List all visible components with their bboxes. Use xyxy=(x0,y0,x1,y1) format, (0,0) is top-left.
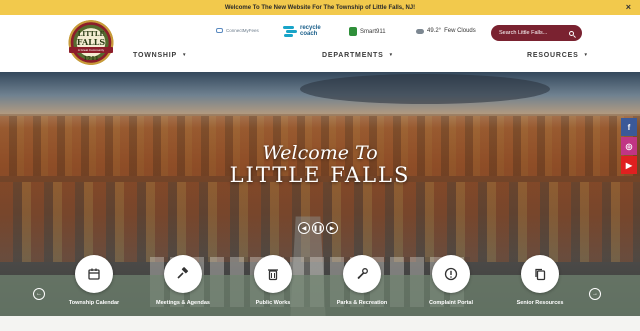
announcement-text: Welcome To The New Website For The Towns… xyxy=(224,4,416,11)
township-calendar-button[interactable] xyxy=(75,255,113,293)
close-icon[interactable]: × xyxy=(626,2,631,12)
alert-icon xyxy=(444,267,458,281)
weather-condition: Few Clouds xyxy=(444,28,476,34)
copy-icon xyxy=(535,268,546,281)
township-calendar-label[interactable]: Township Calendar xyxy=(44,300,144,306)
instagram-icon[interactable]: ◎ xyxy=(621,137,637,155)
smart911-link[interactable]: Smart911 xyxy=(349,27,386,36)
public-works-label[interactable]: Public Works xyxy=(223,300,323,306)
hero-welcome-script: Welcome To xyxy=(262,142,378,164)
nav-township[interactable]: TOWNSHIP ▼ xyxy=(133,52,187,59)
search-placeholder: Search Little Falls... xyxy=(499,30,548,36)
chevron-down-icon: ▼ xyxy=(388,52,394,57)
wrench-icon xyxy=(357,268,368,280)
recycle-icon xyxy=(283,25,297,37)
connect-link[interactable]: ConnectMyFees xyxy=(216,28,259,33)
connect-icon xyxy=(216,28,223,33)
parks-recreation-label[interactable]: Parks & Recreation xyxy=(312,300,412,306)
chevron-down-icon: ▼ xyxy=(182,52,188,57)
senior-resources-button[interactable] xyxy=(521,255,559,293)
logo-line2: FALLS xyxy=(76,37,106,47)
chevron-down-icon: ▼ xyxy=(583,52,589,57)
slide-pause-button[interactable]: ❚❚ xyxy=(312,222,324,234)
announcement-bar: Welcome To The New Website For The Towns… xyxy=(0,0,640,15)
smart911-label: Smart911 xyxy=(360,28,386,35)
page-footer-strip xyxy=(0,316,640,331)
youtube-icon[interactable]: ▶ xyxy=(621,156,637,174)
senior-resources-label[interactable]: Senior Resources xyxy=(490,300,590,306)
slide-prev-button[interactable]: ◀ xyxy=(298,222,310,234)
recycle-label: recycle coach xyxy=(300,25,321,37)
quick-links-next-button[interactable]: → xyxy=(589,288,601,300)
meetings-agendas-button[interactable] xyxy=(164,255,202,293)
connect-label: ConnectMyFees xyxy=(226,28,259,33)
meetings-agendas-label[interactable]: Meetings & Agendas xyxy=(133,300,233,306)
nav-departments[interactable]: DEPARTMENTS ▼ xyxy=(322,52,394,59)
logo-year: 1711 xyxy=(83,56,99,62)
gavel-icon xyxy=(177,267,189,279)
complaint-portal-button[interactable] xyxy=(432,255,470,293)
cloud-icon xyxy=(416,28,424,34)
weather-temp: 49.2° xyxy=(427,28,442,34)
complaint-portal-label[interactable]: Complaint Portal xyxy=(401,300,501,306)
facebook-icon[interactable]: f xyxy=(621,118,637,136)
search-icon[interactable] xyxy=(569,30,574,36)
township-logo[interactable]: LITTLE FALLS A Great Community 1711 xyxy=(66,20,116,70)
weather-widget: 49.2° Few Clouds xyxy=(416,28,476,34)
smart911-icon xyxy=(349,27,357,36)
trash-icon xyxy=(268,269,278,281)
recycle-coach-link[interactable]: recycle coach xyxy=(283,25,321,37)
hero-title: LITTLE FALLS xyxy=(229,163,411,187)
nav-resources[interactable]: RESOURCES ▼ xyxy=(527,52,589,59)
public-works-button[interactable] xyxy=(254,255,292,293)
search-input[interactable]: Search Little Falls... xyxy=(491,25,582,41)
slide-next-button[interactable]: ▶ xyxy=(326,222,338,234)
parks-recreation-button[interactable] xyxy=(343,255,381,293)
site-header: LITTLE FALLS A Great Community 1711 Conn… xyxy=(0,15,640,72)
quick-links-prev-button[interactable]: ← xyxy=(33,288,45,300)
logo-banner: A Great Community xyxy=(69,47,113,53)
calendar-icon xyxy=(88,268,100,280)
